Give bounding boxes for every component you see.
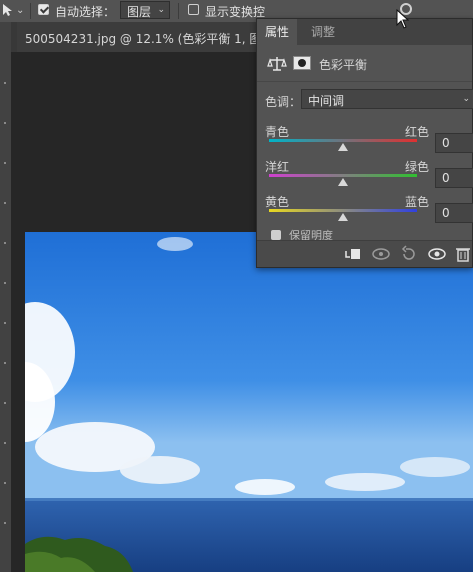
slider-right-label: 绿色 — [404, 160, 429, 174]
toolbar-dot — [4, 322, 6, 324]
slider-value: 0 — [442, 206, 450, 220]
preserve-luminosity-checkbox[interactable] — [271, 230, 281, 240]
trash-icon[interactable] — [453, 245, 473, 263]
slider-right-label: 蓝色 — [404, 195, 429, 209]
slider-value-input[interactable]: 0 — [435, 203, 473, 223]
toolbar-dot — [4, 162, 6, 164]
toolbar-dot — [4, 122, 6, 124]
panel-tabs: 属性 调整 — [257, 19, 472, 45]
tone-value: 中间调 — [308, 94, 345, 108]
reset-icon[interactable] — [399, 245, 419, 263]
panel-footer — [257, 240, 472, 267]
auto-select-target-dropdown[interactable]: 图层 ⌄ — [120, 1, 170, 19]
cyan-red-slider: 青色 红色 0 — [265, 123, 473, 153]
canvas-image[interactable] — [25, 232, 473, 572]
chevron-down-icon: ⌄ — [462, 94, 470, 104]
slider-thumb[interactable] — [338, 213, 348, 221]
layer-mask-icon[interactable] — [293, 56, 311, 70]
tab-properties-label: 属性 — [265, 25, 290, 39]
toolbar-dot — [4, 402, 6, 404]
properties-panel: 属性 调整 色彩平衡 色调： 中间调 ⌄ 青色 红色 0 洋红 绿色 0 黄色 … — [256, 18, 473, 268]
toolbar-dot — [4, 202, 6, 204]
toolbar-dot — [4, 82, 6, 84]
slider-left-label: 青色 — [265, 125, 290, 139]
toolbar-dot — [4, 482, 6, 484]
slider-left-label: 洋红 — [265, 160, 290, 174]
view-previous-state-icon[interactable] — [371, 245, 391, 263]
slider-track[interactable] — [269, 209, 417, 212]
toolbar-dot — [4, 362, 6, 364]
slider-thumb[interactable] — [338, 143, 348, 151]
divider — [178, 3, 179, 19]
auto-select-checkbox[interactable] — [38, 4, 49, 15]
divider — [30, 3, 31, 19]
toolbar-dot — [4, 522, 6, 524]
toolbar-dot — [4, 442, 6, 444]
toolbar-dot — [4, 282, 6, 284]
tab-properties[interactable]: 属性 — [257, 19, 298, 45]
mouse-cursor-icon — [396, 9, 410, 29]
slider-value: 0 — [442, 171, 450, 185]
slider-track[interactable] — [269, 174, 417, 177]
slider-value: 0 — [442, 136, 450, 150]
slider-left-label: 黄色 — [265, 195, 290, 209]
chevron-down-icon: ⌄ — [157, 5, 165, 15]
slider-right-label: 红色 — [404, 125, 429, 139]
tab-adjustments-label: 调整 — [311, 25, 336, 39]
visibility-eye-icon[interactable] — [427, 245, 447, 263]
magenta-green-slider: 洋红 绿色 0 — [265, 158, 473, 188]
yellow-blue-slider: 黄色 蓝色 0 — [265, 193, 473, 223]
tone-dropdown[interactable]: 中间调 ⌄ — [301, 89, 473, 109]
auto-select-label: 自动选择： — [55, 5, 116, 19]
slider-track[interactable] — [269, 139, 417, 142]
tool-preset-chevron-icon[interactable]: ⌄ — [16, 5, 24, 16]
tone-label: 色调： — [265, 95, 302, 109]
show-transform-checkbox[interactable] — [188, 4, 199, 15]
clip-to-layer-icon[interactable] — [343, 245, 363, 263]
adjustment-header: 色彩平衡 — [257, 47, 472, 82]
document-tab-title: 500504231.jpg @ 12.1% (色彩平衡 1, 图层蒙 — [25, 32, 286, 46]
toolbar-dot — [4, 242, 6, 244]
slider-value-input[interactable]: 0 — [435, 168, 473, 188]
adjustment-title: 色彩平衡 — [319, 58, 368, 72]
move-tool-icon[interactable] — [2, 3, 14, 17]
tab-adjustments[interactable]: 调整 — [303, 19, 343, 45]
slider-thumb[interactable] — [338, 178, 348, 186]
slider-value-input[interactable]: 0 — [435, 133, 473, 153]
auto-select-target-value: 图层 — [127, 5, 152, 19]
color-balance-icon — [267, 57, 287, 71]
